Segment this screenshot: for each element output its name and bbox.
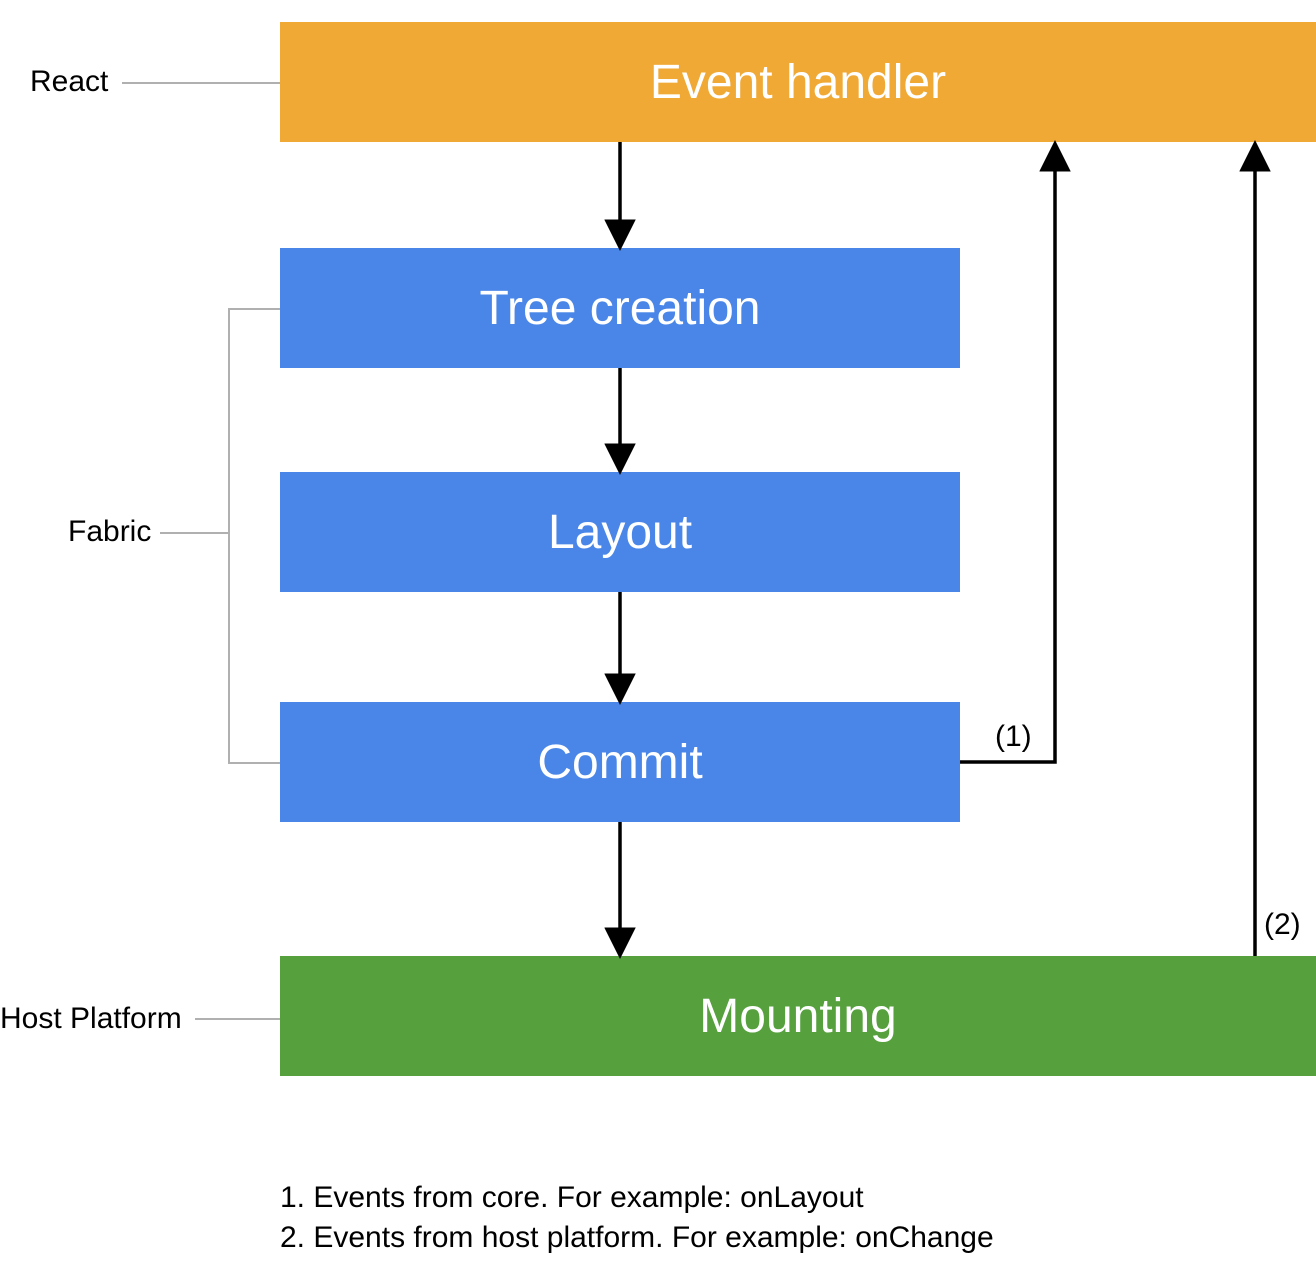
arrows-overlay: [0, 0, 1316, 1286]
box-event-handler: Event handler: [280, 22, 1316, 142]
annotation-one: (1): [995, 720, 1032, 754]
connector-host-platform: [195, 1018, 280, 1020]
footer-line-2: 2. Events from host platform. For exampl…: [280, 1218, 994, 1259]
arrow-commit-to-eh: [960, 147, 1055, 762]
box-mounting: Mounting: [280, 956, 1316, 1076]
connector-fabric-top: [228, 308, 280, 310]
connector-fabric-vert: [228, 308, 230, 762]
box-tree-creation: Tree creation: [280, 248, 960, 368]
label-fabric: Fabric: [68, 515, 151, 549]
connector-fabric-bottom: [228, 762, 280, 764]
annotation-two: (2): [1264, 908, 1301, 942]
box-commit: Commit: [280, 702, 960, 822]
label-host-platform: Host Platform: [0, 1002, 182, 1036]
box-layout: Layout: [280, 472, 960, 592]
connector-react: [122, 82, 280, 84]
connector-fabric-mid: [160, 532, 230, 534]
footer-line-1: 1. Events from core. For example: onLayo…: [280, 1178, 864, 1219]
label-react: React: [30, 65, 108, 99]
